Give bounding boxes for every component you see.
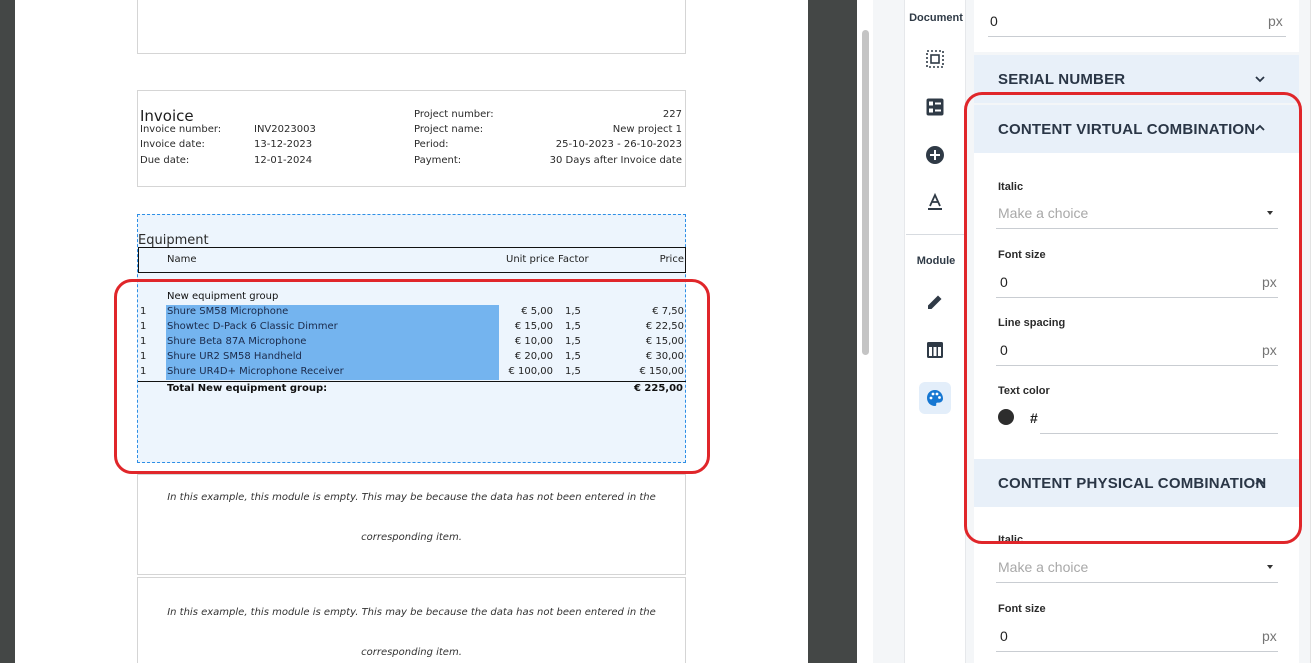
- tool-divider: [906, 234, 966, 235]
- physical-font-size-underline: [996, 651, 1278, 652]
- module-tools-label: Module: [916, 255, 956, 267]
- top-field-underline: [988, 36, 1286, 37]
- invoice-header-block[interactable]: Invoice Invoice number: INV2023003 Invoi…: [137, 90, 686, 187]
- dropdown-caret-icon[interactable]: [1267, 565, 1273, 569]
- invoice-title: Invoice: [140, 107, 194, 125]
- serial-number-title: SERIAL NUMBER: [998, 71, 1126, 88]
- canvas-gutter-left: [0, 0, 15, 663]
- invoice-date-value: 13-12-2023: [254, 139, 313, 150]
- column-factor: Factor: [558, 254, 589, 265]
- project-name-value: New project 1: [612, 124, 682, 135]
- equipment-title: Equipment: [138, 233, 209, 248]
- canvas-scrollbar-thumb[interactable]: [862, 30, 869, 355]
- tool-column: Document Module: [906, 0, 966, 663]
- invoice-number-label: Invoice number:: [140, 124, 222, 135]
- payment-label: Payment:: [414, 155, 462, 166]
- empty-module-text-line1: In this example, this module is empty. T…: [167, 607, 656, 618]
- top-field-unit: px: [1268, 13, 1283, 29]
- due-date-label: Due date:: [140, 155, 190, 166]
- project-name-label: Project name:: [414, 124, 484, 135]
- physical-font-size-unit: px: [1262, 628, 1277, 644]
- period-value: 25-10-2023 - 26-10-2023: [555, 139, 682, 150]
- top-field-body: [974, 0, 1299, 52]
- due-date-value: 12-01-2024: [254, 155, 313, 166]
- pencil-icon[interactable]: [919, 286, 951, 318]
- empty-module-text-line2: corresponding item.: [361, 647, 462, 658]
- physical-font-size-label: Font size: [998, 603, 1046, 615]
- annotation-highlight-content-virtual: [964, 92, 1302, 544]
- physical-italic-underline: [996, 582, 1278, 583]
- period-label: Period:: [414, 139, 449, 150]
- select-frame-icon[interactable]: [919, 43, 951, 75]
- invoice-date-label: Invoice date:: [140, 139, 205, 150]
- table-layout-icon[interactable]: [919, 334, 951, 366]
- tool-gutter: [873, 0, 905, 663]
- empty-module-1[interactable]: In this example, this module is empty. T…: [137, 474, 686, 575]
- equipment-table-header: Name Unit price Factor Price: [138, 247, 686, 273]
- project-number-value: 227: [662, 109, 682, 120]
- checklist-icon[interactable]: [919, 91, 951, 123]
- physical-font-size-input[interactable]: 0: [1000, 628, 1008, 644]
- physical-italic-select[interactable]: Make a choice: [998, 559, 1088, 575]
- payment-value: 30 Days after Invoice date: [549, 155, 682, 166]
- project-number-label: Project number:: [414, 109, 494, 120]
- canvas-gutter-right: [808, 0, 857, 663]
- add-circle-icon[interactable]: [919, 139, 951, 171]
- empty-module-text-line1: In this example, this module is empty. T…: [167, 492, 656, 503]
- empty-module-2[interactable]: In this example, this module is empty. T…: [137, 577, 686, 663]
- annotation-highlight-equipment: [114, 279, 710, 474]
- document-tools-label: Document: [909, 12, 963, 24]
- app-root: Invoice Invoice number: INV2023003 Invoi…: [0, 0, 1315, 663]
- document-block-top[interactable]: [137, 0, 686, 54]
- chevron-down-icon[interactable]: [1253, 72, 1267, 86]
- invoice-number-value: INV2023003: [254, 124, 316, 135]
- top-field-input[interactable]: 0: [990, 13, 998, 29]
- empty-module-text-line2: corresponding item.: [361, 532, 462, 543]
- column-price: Price: [659, 254, 684, 265]
- column-unit-price: Unit price: [506, 254, 555, 265]
- column-name: Name: [167, 254, 197, 265]
- palette-icon[interactable]: [919, 382, 951, 414]
- text-color-icon[interactable]: [919, 186, 951, 218]
- panel-scrollbar[interactable]: [1310, 0, 1315, 663]
